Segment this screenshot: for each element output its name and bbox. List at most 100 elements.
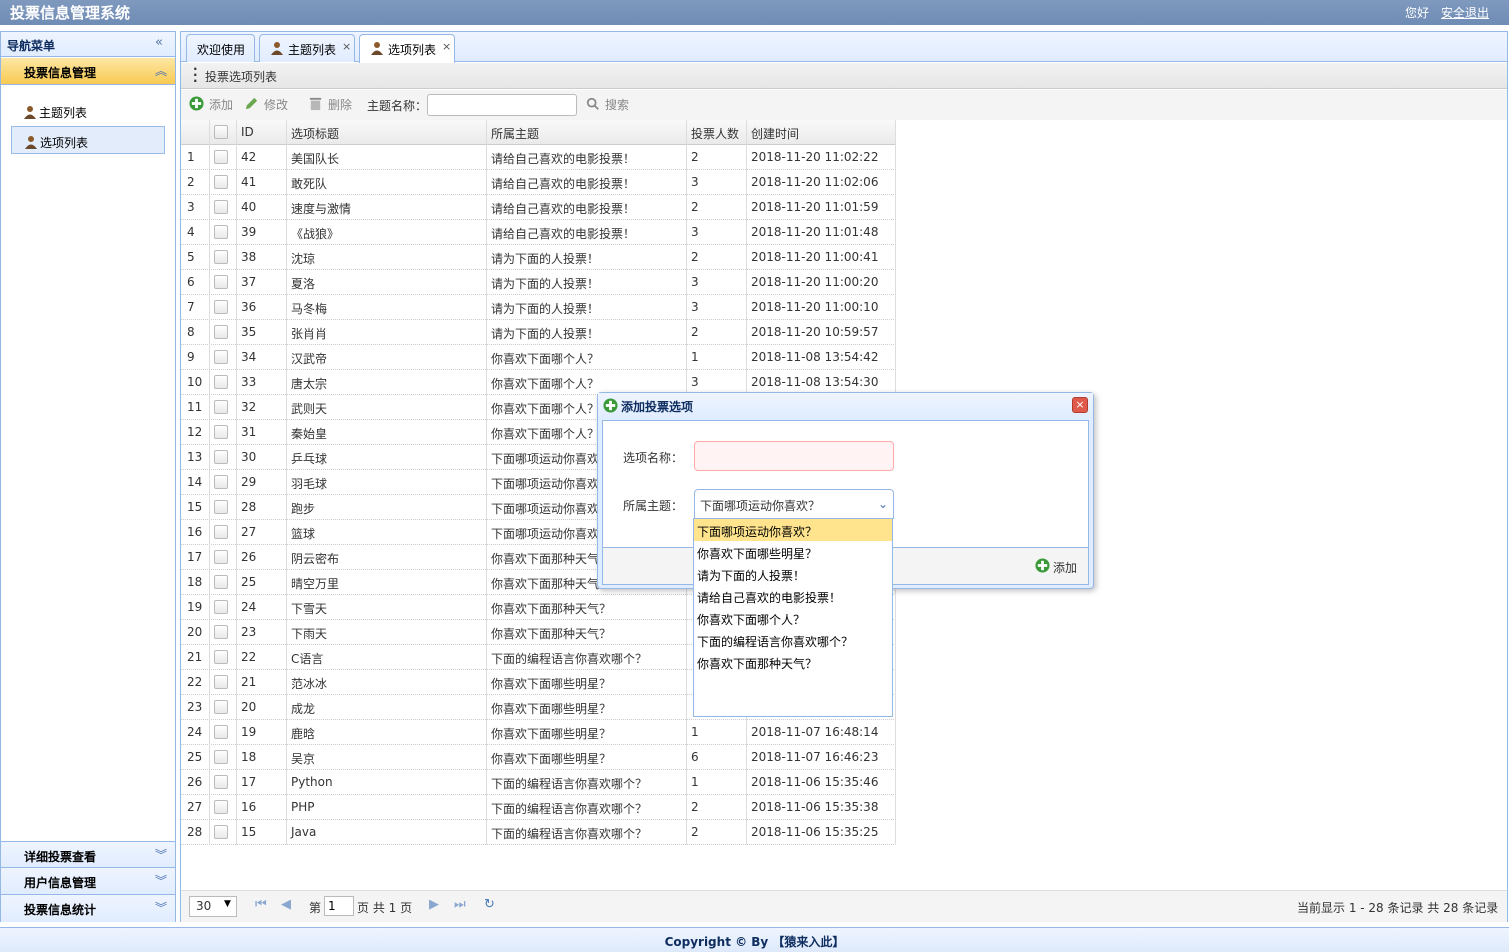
row-checkbox[interactable] xyxy=(214,450,228,464)
row-checkbox[interactable] xyxy=(214,175,228,189)
row-checkbox[interactable] xyxy=(214,700,228,714)
dropdown-option[interactable]: 请为下面的人投票！ xyxy=(694,563,892,585)
row-checkbox[interactable] xyxy=(214,525,228,539)
topic-select[interactable]: 下面哪项运动你喜欢？ ⌄ xyxy=(694,489,894,519)
cell-topic: 你喜欢下面哪些明星？ xyxy=(491,702,612,716)
close-icon[interactable]: × xyxy=(1072,397,1088,413)
collapse-left-icon[interactable]: « xyxy=(155,35,163,50)
nav-section-vote-management[interactable]: 投票信息管理 ︽ xyxy=(1,58,175,85)
row-checkbox[interactable] xyxy=(214,550,228,564)
dropdown-option-label: 请给自己喜欢的电影投票！ xyxy=(697,591,842,605)
refresh-icon[interactable]: ↻ xyxy=(484,897,495,912)
dropdown-option[interactable]: 你喜欢下面哪些明星？ xyxy=(694,541,892,563)
row-checkbox[interactable] xyxy=(214,400,228,414)
table-row[interactable]: 25 18 吴京 你喜欢下面哪些明星？ 6 2018-11-07 16:46:23 xyxy=(181,745,896,770)
close-icon[interactable]: × xyxy=(442,40,451,53)
table-row[interactable]: 1 42 美国队长 请给自己喜欢的电影投票！ 2 2018-11-20 11:02:22 xyxy=(181,145,896,170)
row-checkbox[interactable] xyxy=(214,425,228,439)
cell-topic: 你喜欢下面哪个人？ xyxy=(491,377,600,391)
column-header[interactable]: ID xyxy=(241,125,254,139)
table-row[interactable]: 26 17 Python 下面的编程语言你喜欢哪个？ 1 2018-11-06 15:35… xyxy=(181,770,896,795)
row-checkbox[interactable] xyxy=(214,275,228,289)
row-checkbox[interactable] xyxy=(214,200,228,214)
table-row[interactable]: 9 34 汉武帝 你喜欢下面哪个人？ 1 2018-11-08 13:54:42 xyxy=(181,345,896,370)
dropdown-option[interactable]: 你喜欢下面哪个人？ xyxy=(694,607,892,629)
row-checkbox[interactable] xyxy=(214,625,228,639)
column-header[interactable]: 选项标题 xyxy=(291,125,339,142)
prev-page-icon[interactable]: ◀ xyxy=(281,897,291,912)
edit-button[interactable]: 修改 xyxy=(244,93,292,115)
row-checkbox[interactable] xyxy=(214,475,228,489)
table-row[interactable]: 27 16 PHP 下面的编程语言你喜欢哪个？ 2 2018-11-06 15:35:38 xyxy=(181,795,896,820)
row-checkbox[interactable] xyxy=(214,600,228,614)
table-row[interactable]: 2 41 敢死队 请给自己喜欢的电影投票！ 3 2018-11-20 11:02:06 xyxy=(181,170,896,195)
row-checkbox[interactable] xyxy=(214,375,228,389)
tab-option-list[interactable]: 选项列表 × xyxy=(359,34,455,63)
table-row[interactable]: 4 39 《战狼》 请给自己喜欢的电影投票！ 3 2018-11-20 11:01:48 xyxy=(181,220,896,245)
delete-button[interactable]: 删除 xyxy=(308,93,356,115)
row-number: 14 xyxy=(187,475,203,489)
row-checkbox[interactable] xyxy=(214,825,228,839)
first-page-icon[interactable]: ⏮ xyxy=(255,897,267,912)
row-checkbox[interactable] xyxy=(214,300,228,314)
nav-title: 导航菜单 xyxy=(7,39,56,53)
table-row[interactable]: 28 15 Java 下面的编程语言你喜欢哪个？ 2 2018-11-06 15:35:2… xyxy=(181,820,896,845)
tab-topic-list[interactable]: 主题列表 × xyxy=(259,34,355,62)
tab-welcome[interactable]: 欢迎使用 xyxy=(186,34,255,62)
column-header[interactable]: 所属主题 xyxy=(491,125,539,142)
dropdown-option[interactable]: 下面的编程语言你喜欢哪个？ xyxy=(694,629,892,651)
cell-time: 2018-11-20 11:02:22 xyxy=(751,150,879,164)
cell-topic: 下面哪项运动你喜欢 xyxy=(491,502,600,516)
search-input[interactable] xyxy=(427,94,577,116)
page-prefix: 第 xyxy=(309,901,322,915)
row-checkbox[interactable] xyxy=(214,800,228,814)
row-checkbox[interactable] xyxy=(214,575,228,589)
row-checkbox[interactable] xyxy=(214,675,228,689)
row-checkbox[interactable] xyxy=(214,750,228,764)
nav-header: 导航菜单 « xyxy=(1,32,175,57)
row-checkbox[interactable] xyxy=(214,325,228,339)
row-checkbox[interactable] xyxy=(214,350,228,364)
nav-item-label: 主题列表 xyxy=(39,106,88,120)
nav-item-option-list[interactable]: 选项列表 xyxy=(11,126,165,154)
table-row[interactable]: 7 36 马冬梅 请为下面的人投票！ 3 2018-11-20 11:00:10 xyxy=(181,295,896,320)
row-checkbox[interactable] xyxy=(214,225,228,239)
row-checkbox[interactable] xyxy=(214,500,228,514)
option-name-input[interactable] xyxy=(694,441,894,471)
select-all-checkbox[interactable] xyxy=(214,125,228,139)
nav-item-topic-list[interactable]: 主题列表 xyxy=(11,97,165,125)
nav-section-user-management[interactable]: 用户信息管理 ︾ xyxy=(1,868,175,895)
table-row[interactable]: 8 35 张肖肖 请为下面的人投票！ 2 2018-11-20 10:59:57 xyxy=(181,320,896,345)
dropdown-option[interactable]: 你喜欢下面那种天气？ xyxy=(694,651,892,673)
nav-section-vote-stats[interactable]: 投票信息统计 ︾ xyxy=(1,895,175,922)
dropdown-option[interactable]: 下面哪项运动你喜欢？ xyxy=(694,519,892,541)
chevron-down-icon[interactable]: ⌄ xyxy=(873,494,893,514)
column-header[interactable]: 投票人数 xyxy=(691,125,739,142)
row-checkbox[interactable] xyxy=(214,725,228,739)
cell-title: 汉武帝 xyxy=(291,352,328,366)
last-page-icon[interactable]: ⏭ xyxy=(454,897,466,912)
cell-topic: 你喜欢下面那种天气 xyxy=(491,552,600,566)
column-header[interactable]: 创建时间 xyxy=(751,125,799,142)
table-row[interactable]: 6 37 夏洛 请为下面的人投票！ 3 2018-11-20 11:00:20 xyxy=(181,270,896,295)
table-row[interactable]: 5 38 沈琼 请为下面的人投票！ 2 2018-11-20 11:00:41 xyxy=(181,245,896,270)
grid-header: ID 选项标题 所属主题 投票人数 创建时间 xyxy=(181,120,896,145)
table-row[interactable]: 24 19 鹿晗 你喜欢下面哪些明星？ 1 2018-11-07 16:48:14 xyxy=(181,720,896,745)
row-checkbox[interactable] xyxy=(214,150,228,164)
next-page-icon[interactable]: ▶ xyxy=(429,897,439,912)
add-button[interactable]: 添加 xyxy=(189,93,237,115)
search-button[interactable]: 搜索 xyxy=(586,93,636,115)
page-number-input[interactable]: 1 xyxy=(324,896,354,916)
cell-votes: 2 xyxy=(691,800,699,814)
row-checkbox[interactable] xyxy=(214,775,228,789)
dropdown-option[interactable]: 请给自己喜欢的电影投票！ xyxy=(694,585,892,607)
table-row[interactable]: 3 40 速度与激情 请给自己喜欢的电影投票！ 2 2018-11-20 11:01:59 xyxy=(181,195,896,220)
nav-section-detail-votes[interactable]: 详细投票查看 ︾ xyxy=(1,841,175,868)
close-icon[interactable]: × xyxy=(342,40,351,53)
logout-link[interactable]: 安全退出 xyxy=(1441,4,1489,21)
page-size-select[interactable]: 30 ▼ xyxy=(189,896,237,917)
cell-title: 阴云密布 xyxy=(291,552,340,566)
row-checkbox[interactable] xyxy=(214,650,228,664)
pencil-icon xyxy=(245,97,258,110)
row-checkbox[interactable] xyxy=(214,250,228,264)
